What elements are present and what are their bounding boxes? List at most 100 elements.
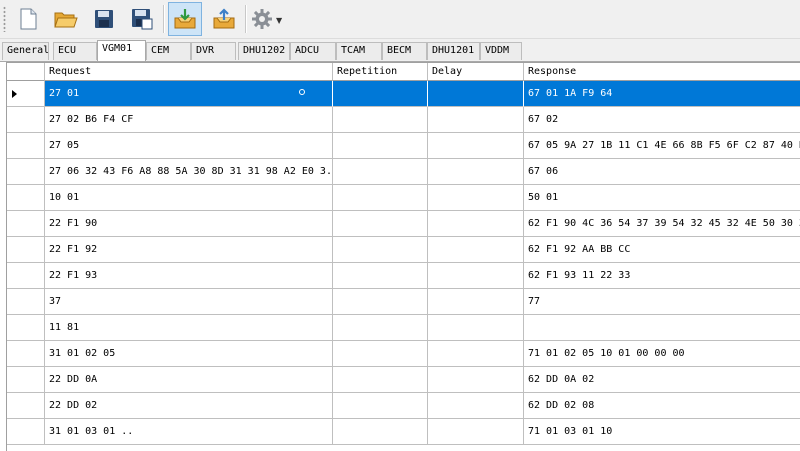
response-cell[interactable]: 67 01 1A F9 64 xyxy=(524,81,800,107)
row-header[interactable] xyxy=(7,289,45,315)
column-header-repetition[interactable]: Repetition xyxy=(333,63,428,81)
repetition-cell[interactable] xyxy=(333,289,428,315)
delay-cell[interactable] xyxy=(428,237,524,263)
tab-ecu[interactable]: ECU xyxy=(53,42,97,60)
repetition-cell[interactable] xyxy=(333,419,428,445)
request-response-grid[interactable]: Request Repetition Delay Response 27 01 6… xyxy=(6,62,800,451)
export-button[interactable] xyxy=(207,2,241,36)
row-header[interactable] xyxy=(7,107,45,133)
request-cell[interactable]: 22 DD 0A xyxy=(45,367,333,393)
save-as-button[interactable] xyxy=(125,2,159,36)
response-cell[interactable]: 71 01 03 01 10 xyxy=(524,419,800,445)
table-row[interactable]: 37 77 xyxy=(7,289,800,315)
repetition-cell[interactable] xyxy=(333,107,428,133)
settings-dropdown-button[interactable]: ▼ xyxy=(250,2,284,36)
table-row[interactable]: 27 05 67 05 9A 27 1B 11 C1 4E 66 8B F5 6F… xyxy=(7,133,800,159)
tab-dvr[interactable]: DVR xyxy=(191,42,236,60)
tab-tcam[interactable]: TCAM xyxy=(336,42,382,60)
column-header-delay[interactable]: Delay xyxy=(428,63,524,81)
request-cell[interactable]: 22 DD 02 xyxy=(45,393,333,419)
table-row[interactable]: 22 F1 90 62 F1 90 4C 36 54 37 39 54 32 45… xyxy=(7,211,800,237)
delay-cell[interactable] xyxy=(428,315,524,341)
delay-cell[interactable] xyxy=(428,185,524,211)
request-cell[interactable]: 11 81 xyxy=(45,315,333,341)
repetition-cell[interactable] xyxy=(333,237,428,263)
request-cell[interactable]: 27 06 32 43 F6 A8 88 5A 30 8D 31 31 98 A… xyxy=(45,159,333,185)
repetition-cell[interactable] xyxy=(333,159,428,185)
row-header[interactable] xyxy=(7,211,45,237)
toolbar-grip[interactable] xyxy=(3,6,6,32)
request-cell[interactable]: 27 05 xyxy=(45,133,333,159)
tab-dhu1201[interactable]: DHU1201 xyxy=(427,42,480,60)
new-file-button[interactable] xyxy=(11,2,45,36)
table-row[interactable]: 10 01 50 01 xyxy=(7,185,800,211)
column-header-response[interactable]: Response xyxy=(524,63,800,81)
response-cell[interactable]: 62 F1 93 11 22 33 xyxy=(524,263,800,289)
delay-cell[interactable] xyxy=(428,159,524,185)
request-cell[interactable]: 22 F1 93 xyxy=(45,263,333,289)
delay-cell[interactable] xyxy=(428,133,524,159)
column-header-request[interactable]: Request xyxy=(45,63,333,81)
row-header[interactable] xyxy=(7,81,45,107)
table-row[interactable]: 22 DD 0A 62 DD 0A 02 xyxy=(7,367,800,393)
request-cell[interactable]: 27 02 B6 F4 CF xyxy=(45,107,333,133)
response-cell[interactable]: 77 xyxy=(524,289,800,315)
repetition-cell[interactable] xyxy=(333,81,428,107)
row-header[interactable] xyxy=(7,393,45,419)
request-cell[interactable]: 27 01 xyxy=(45,81,333,107)
delay-cell[interactable] xyxy=(428,107,524,133)
repetition-cell[interactable] xyxy=(333,211,428,237)
delay-cell[interactable] xyxy=(428,393,524,419)
request-cell[interactable]: 10 01 xyxy=(45,185,333,211)
table-row[interactable]: 22 F1 93 62 F1 93 11 22 33 xyxy=(7,263,800,289)
tab-vddm[interactable]: VDDM xyxy=(480,42,522,60)
delay-cell[interactable] xyxy=(428,81,524,107)
repetition-cell[interactable] xyxy=(333,341,428,367)
response-cell[interactable]: 67 02 xyxy=(524,107,800,133)
row-header[interactable] xyxy=(7,315,45,341)
row-header[interactable] xyxy=(7,185,45,211)
tab-becm[interactable]: BECM xyxy=(382,42,427,60)
response-cell[interactable]: 67 06 xyxy=(524,159,800,185)
table-row[interactable]: 31 01 02 05 71 01 02 05 10 01 00 00 00 xyxy=(7,341,800,367)
request-cell[interactable]: 22 F1 90 xyxy=(45,211,333,237)
row-header[interactable] xyxy=(7,159,45,185)
delay-cell[interactable] xyxy=(428,367,524,393)
import-button[interactable] xyxy=(168,2,202,36)
response-cell[interactable] xyxy=(524,315,800,341)
response-cell[interactable]: 62 DD 02 08 xyxy=(524,393,800,419)
tab-dhu1202[interactable]: DHU1202 xyxy=(238,42,290,60)
table-row[interactable]: 22 F1 92 62 F1 92 AA BB CC xyxy=(7,237,800,263)
delay-cell[interactable] xyxy=(428,211,524,237)
response-cell[interactable]: 71 01 02 05 10 01 00 00 00 xyxy=(524,341,800,367)
repetition-cell[interactable] xyxy=(333,185,428,211)
tab-vgm01[interactable]: VGM01 xyxy=(97,40,146,61)
request-cell[interactable]: 22 F1 92 xyxy=(45,237,333,263)
table-row[interactable]: 27 02 B6 F4 CF 67 02 xyxy=(7,107,800,133)
row-header[interactable] xyxy=(7,419,45,445)
delay-cell[interactable] xyxy=(428,341,524,367)
request-cell[interactable]: 31 01 02 05 xyxy=(45,341,333,367)
tab-cem[interactable]: CEM xyxy=(146,42,191,60)
response-cell[interactable]: 62 F1 90 4C 36 54 37 39 54 32 45 32 4E 5… xyxy=(524,211,800,237)
delay-cell[interactable] xyxy=(428,263,524,289)
request-cell[interactable]: 37 xyxy=(45,289,333,315)
row-header[interactable] xyxy=(7,237,45,263)
table-row[interactable]: 22 DD 02 62 DD 02 08 xyxy=(7,393,800,419)
repetition-cell[interactable] xyxy=(333,393,428,419)
response-cell[interactable]: 62 DD 0A 02 xyxy=(524,367,800,393)
table-row[interactable]: 27 01 67 01 1A F9 64 xyxy=(7,81,800,107)
table-row[interactable]: 31 01 03 01 .. 71 01 03 01 10 xyxy=(7,419,800,445)
request-cell[interactable]: 31 01 03 01 .. xyxy=(45,419,333,445)
table-row[interactable]: 11 81 xyxy=(7,315,800,341)
response-cell[interactable]: 50 01 xyxy=(524,185,800,211)
tab-general[interactable]: General xyxy=(2,42,49,60)
row-header[interactable] xyxy=(7,341,45,367)
table-row[interactable]: 27 06 32 43 F6 A8 88 5A 30 8D 31 31 98 A… xyxy=(7,159,800,185)
repetition-cell[interactable] xyxy=(333,315,428,341)
row-header[interactable] xyxy=(7,367,45,393)
save-button[interactable] xyxy=(87,2,121,36)
repetition-cell[interactable] xyxy=(333,133,428,159)
repetition-cell[interactable] xyxy=(333,367,428,393)
delay-cell[interactable] xyxy=(428,289,524,315)
